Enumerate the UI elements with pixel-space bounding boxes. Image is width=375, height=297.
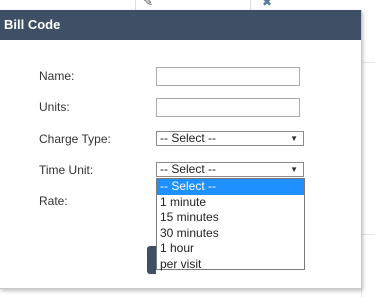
rate-label: Rate: <box>39 194 68 208</box>
dropdown-option[interactable]: 30 minutes <box>157 226 304 242</box>
time-unit-select[interactable]: -- Select -- ▼ <box>156 162 304 177</box>
dialog-title: Bill Code <box>0 10 361 40</box>
chevron-down-icon: ▼ <box>290 134 298 143</box>
units-label: Units: <box>39 100 70 114</box>
background-page-edge <box>361 10 375 297</box>
charge-type-value: -- Select -- <box>160 131 217 145</box>
charge-type-select[interactable]: -- Select -- ▼ <box>156 131 304 146</box>
name-label: Name: <box>39 69 75 83</box>
time-unit-dropdown[interactable]: -- Select -- 1 minute 15 minutes 30 minu… <box>156 178 305 273</box>
time-unit-label: Time Unit: <box>39 163 94 177</box>
time-unit-value: -- Select -- <box>160 162 217 176</box>
pencil-icon[interactable]: ✎ <box>143 0 153 8</box>
submit-button[interactable] <box>147 246 156 274</box>
charge-type-label: Charge Type: <box>39 132 111 146</box>
chevron-down-icon: ▼ <box>290 165 298 174</box>
dropdown-option[interactable]: -- Select -- <box>157 179 304 195</box>
name-field[interactable] <box>156 67 300 86</box>
table-divider <box>250 0 251 10</box>
table-divider <box>135 0 136 10</box>
dropdown-option[interactable]: 15 minutes <box>157 210 304 226</box>
x-icon[interactable]: ✖ <box>262 0 272 8</box>
dropdown-option[interactable]: 1 hour <box>157 241 304 257</box>
units-field[interactable] <box>156 98 300 117</box>
dropdown-option[interactable]: 1 minute <box>157 195 304 211</box>
dropdown-option[interactable]: per visit <box>157 257 304 273</box>
